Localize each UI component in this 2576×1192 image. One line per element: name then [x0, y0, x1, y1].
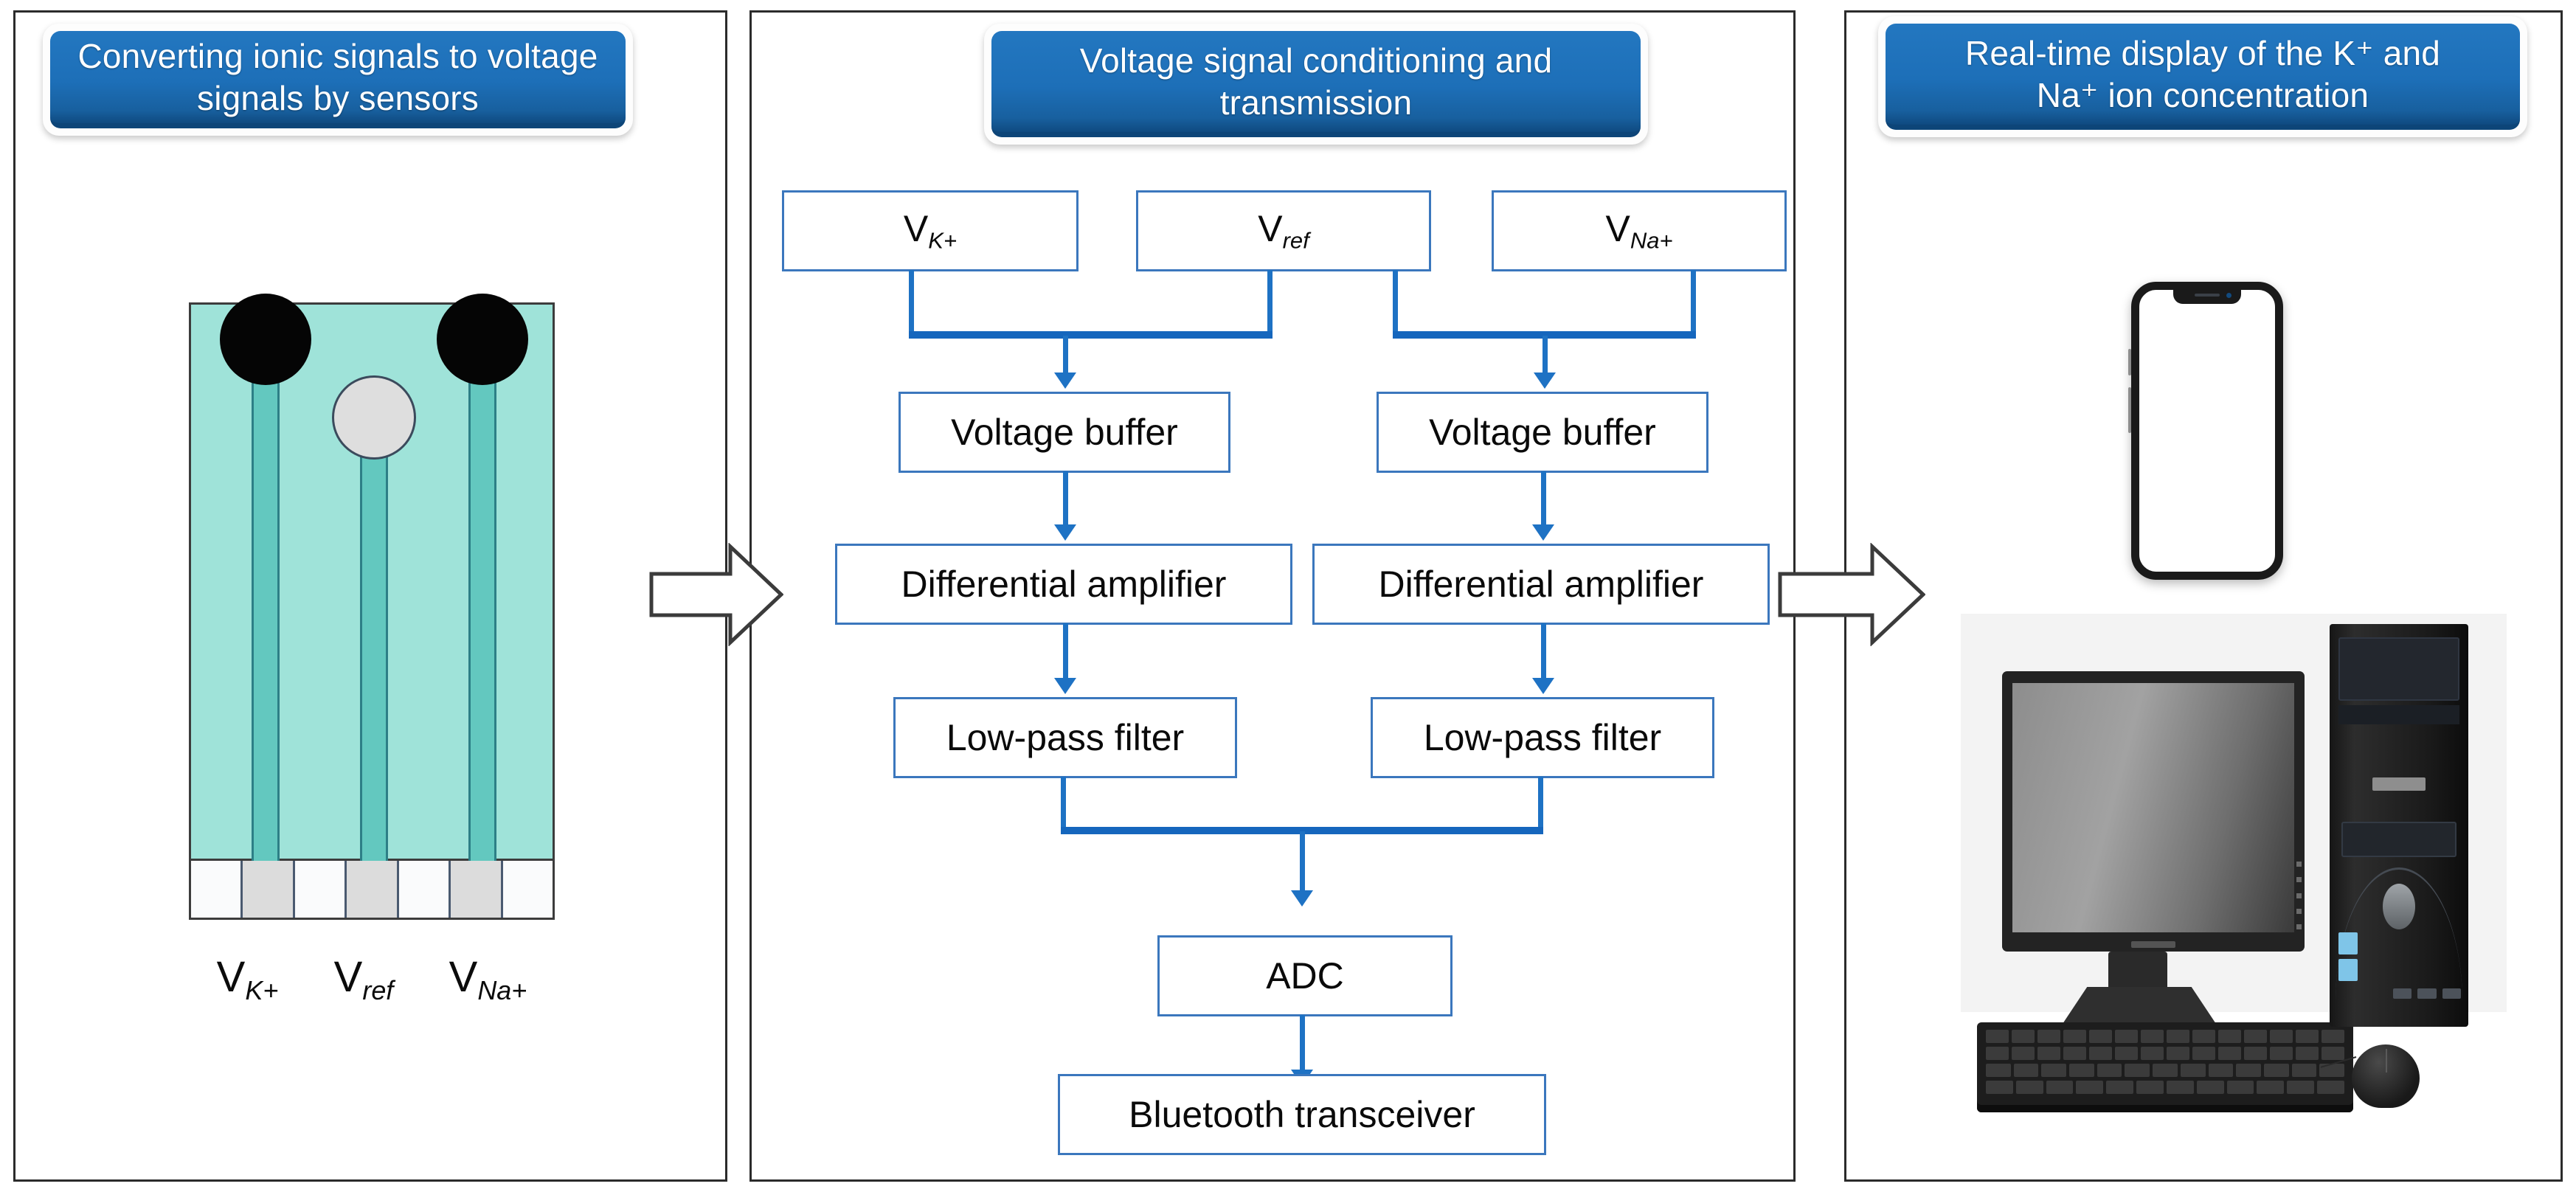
node-low-pass-filter-right-label: Low-pass filter [1423, 717, 1662, 758]
monitor-screen [2012, 683, 2294, 932]
sensor-channel-labels: VK+ Vref VNa+ [189, 938, 555, 1019]
monitor [2002, 671, 2305, 952]
node-v-ref-label: Vref [1258, 208, 1309, 254]
stage-arrow-1 [649, 543, 783, 646]
tower-power-button[interactable] [2383, 884, 2415, 929]
computer-mouse [2320, 1044, 2420, 1108]
tower-drive-slot [2338, 705, 2459, 724]
trace-na [468, 353, 496, 863]
node-v-k-plus-label: VK+ [903, 208, 958, 254]
electrode-na [437, 294, 528, 385]
stage-header-display: Real-time display of the K⁺ and Na⁺ ion … [1878, 16, 2527, 137]
edge-adc-to-bluetooth [1300, 1015, 1305, 1077]
contact-pad [240, 861, 295, 918]
phone-notch [2173, 289, 2241, 304]
edge-lpf-right-down [1538, 777, 1543, 832]
monitor-stand-base [2063, 987, 2216, 1024]
sensor-contact-pads [189, 861, 555, 920]
node-differential-amplifier-left-label: Differential amplifier [901, 564, 1227, 605]
stage-header-sensing-label: Converting ionic signals to voltage sign… [50, 31, 626, 128]
sensor-substrate [189, 294, 555, 863]
arrowhead-left-lpf [1054, 678, 1076, 694]
node-differential-amplifier-left: Differential amplifier [835, 544, 1292, 625]
node-adc-label: ADC [1266, 955, 1344, 997]
electrode-k [220, 294, 311, 385]
node-adc: ADC [1157, 935, 1453, 1016]
display-header-line2: Na⁺ ion concentration [2036, 75, 2369, 114]
contact-pad [398, 861, 449, 918]
arrowhead-adc [1291, 890, 1313, 907]
contact-pad [294, 861, 345, 918]
edge-vna-down [1691, 270, 1696, 336]
edge-vref-down-left [1267, 270, 1273, 336]
phone-speaker-icon [2195, 294, 2220, 297]
display-header-line1: Real-time display of the K⁺ and [1964, 34, 2441, 73]
phone-camera-icon [2226, 293, 2232, 298]
node-low-pass-filter-left: Low-pass filter [893, 697, 1237, 778]
edge-left-amp-to-lpf [1063, 623, 1068, 685]
phone-power-button [2128, 387, 2131, 433]
edge-right-buffer-to-amp [1541, 471, 1546, 532]
sensor-label-na: VNa+ [449, 952, 527, 1005]
contact-pad [502, 861, 553, 918]
stage-header-display-label: Real-time display of the K⁺ and Na⁺ ion … [1886, 24, 2520, 130]
smartphone-mockup [2128, 282, 2283, 580]
edge-vref-down-right [1393, 270, 1398, 336]
node-v-na-plus-label: VNa+ [1605, 208, 1673, 254]
node-differential-amplifier-right-label: Differential amplifier [1378, 564, 1704, 605]
contact-pad [449, 861, 503, 918]
node-bluetooth-transceiver-label: Bluetooth transceiver [1129, 1094, 1475, 1135]
stage-header-conditioning: Voltage signal conditioning and transmis… [984, 24, 1648, 145]
monitor-stand-neck [2108, 952, 2167, 993]
node-v-na-plus: VNa+ [1492, 190, 1787, 271]
tower-brand-logo [2372, 777, 2426, 791]
trace-ref [360, 434, 388, 863]
node-low-pass-filter-left-label: Low-pass filter [946, 717, 1185, 758]
monitor-buttons [2296, 862, 2302, 929]
edge-vk-down [909, 270, 914, 336]
node-v-k-plus: VK+ [782, 190, 1078, 271]
sensor-label-ref: Vref [333, 952, 394, 1005]
contact-pad [344, 861, 399, 918]
arrowhead-left-amp [1054, 524, 1076, 541]
node-voltage-buffer-right-label: Voltage buffer [1429, 412, 1656, 453]
arrowhead-left-buffer [1054, 372, 1076, 389]
node-voltage-buffer-left: Voltage buffer [899, 392, 1230, 473]
node-v-ref: Vref [1136, 190, 1431, 271]
edge-left-buffer-to-amp [1063, 471, 1068, 532]
trace-k [252, 353, 280, 863]
node-differential-amplifier-right: Differential amplifier [1312, 544, 1770, 625]
node-low-pass-filter-right: Low-pass filter [1371, 697, 1714, 778]
electrode-ref [332, 375, 416, 460]
node-voltage-buffer-left-label: Voltage buffer [951, 412, 1178, 453]
keyboard [1977, 1022, 2353, 1112]
mouse-button-split [2386, 1049, 2387, 1073]
tower-front-ports [2393, 988, 2461, 999]
contact-pad [191, 861, 241, 918]
sensor-label-k: VK+ [216, 952, 279, 1005]
desktop-computer-photo [1961, 614, 2507, 1112]
computer-tower [2330, 624, 2468, 1027]
stage-header-conditioning-label: Voltage signal conditioning and transmis… [991, 31, 1641, 137]
tower-badges [2338, 932, 2358, 984]
edge-right-amp-to-lpf [1541, 623, 1546, 685]
tower-optical-bay [2338, 637, 2459, 701]
stage-arrow-2 [1778, 543, 1925, 646]
monitor-logo [2131, 941, 2175, 948]
stage-header-sensing: Converting ionic signals to voltage sign… [43, 24, 633, 136]
tower-front-panel [2341, 822, 2456, 857]
edge-merge-down [1300, 831, 1305, 898]
node-voltage-buffer-right: Voltage buffer [1377, 392, 1708, 473]
arrowhead-right-buffer [1534, 372, 1556, 389]
edge-left-join-bar [909, 331, 1273, 339]
arrowhead-right-amp [1532, 524, 1554, 541]
edge-lpf-left-down [1061, 777, 1066, 832]
arrowhead-right-lpf [1532, 678, 1554, 694]
node-bluetooth-transceiver: Bluetooth transceiver [1058, 1074, 1546, 1155]
phone-volume-button [2128, 349, 2131, 375]
